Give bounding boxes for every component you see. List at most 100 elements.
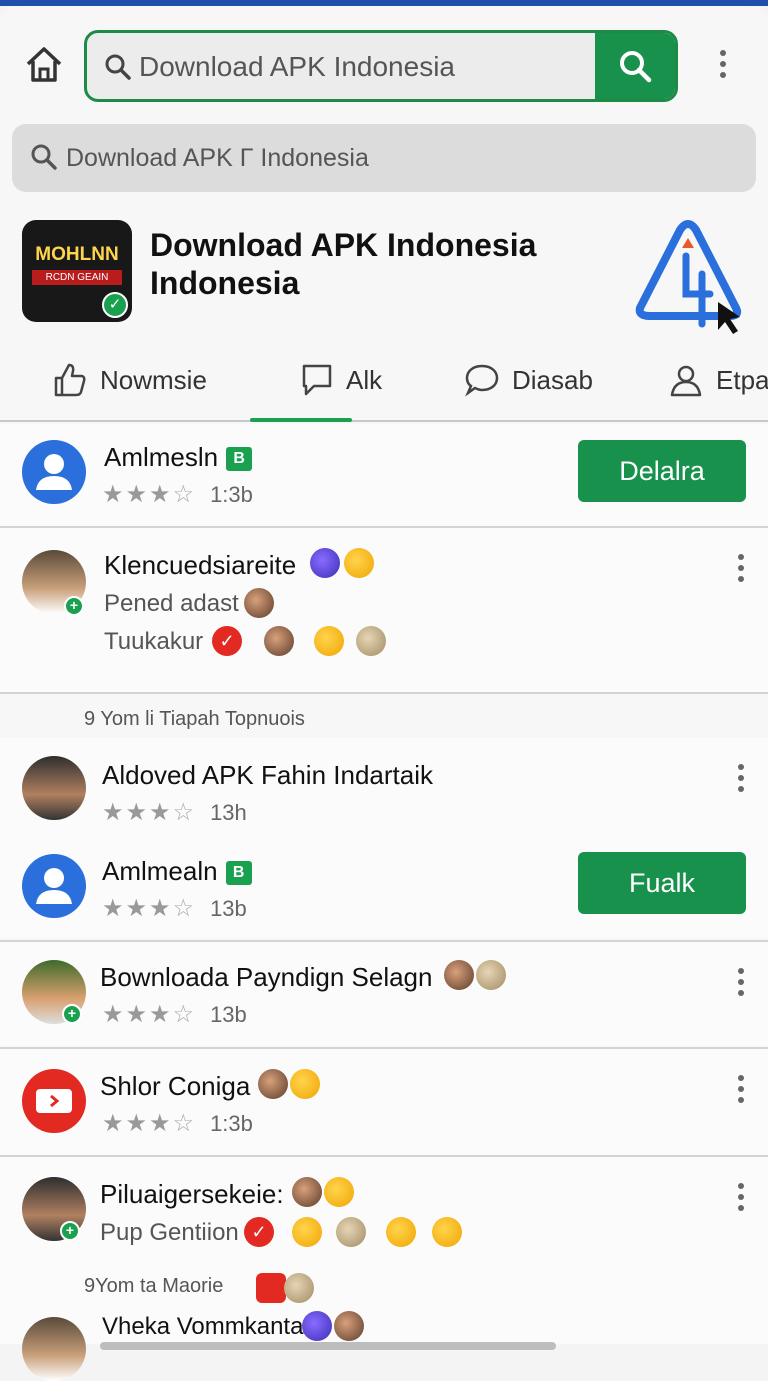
check-badge-icon: ✓ [244,1217,274,1247]
divider [0,692,768,694]
thumbs-up-icon [54,363,86,397]
horizontal-scrollbar[interactable] [100,1342,556,1350]
avatar [22,756,86,820]
rating-stars-icon: ★★★☆ [102,895,197,922]
tab-active-indicator [250,418,352,422]
chat-bubble-icon [465,364,499,397]
emoji-icon [324,1177,354,1207]
item-meta-text: 13b [210,895,247,921]
verified-check-icon: ✓ [102,292,128,318]
emoji-icon [334,1311,364,1341]
emoji-icon [314,626,344,656]
comment-icon [302,364,332,396]
search-icon [105,54,131,80]
list-item[interactable]: + Piluaigersekeie: Pup Gentiion ✓ 9Yom t… [0,1157,768,1381]
tab-divider [0,420,768,422]
item-name: Piluaigersekeie: [100,1179,284,1209]
emoji-icon [356,626,386,656]
item-meta: ★★★☆ 1:3b [102,480,253,509]
more-options-icon[interactable] [737,764,745,796]
app-title: Download APK Indonesia Indonesia [150,226,536,302]
download-button[interactable]: Delalra [578,440,746,502]
tab-etpa[interactable]: Etpa [668,360,768,400]
search-input[interactable]: Download APK Indonesia [139,51,455,83]
emoji-icon [310,548,340,578]
app-title-line1: Download APK Indonesia [150,227,537,263]
list-item[interactable]: Shlor Coniga ★★★☆ 1:3b [0,1049,768,1155]
tab-diasab[interactable]: Diasab [464,360,593,400]
search-button[interactable] [595,33,675,99]
emoji-icon [290,1069,320,1099]
tab-label: Nowmsie [100,364,207,395]
emoji-icon [258,1069,288,1099]
item-subtitle: Pened adast [104,590,239,617]
emoji-icon [386,1217,416,1247]
more-options-icon[interactable] [719,50,727,82]
rating-stars-icon: ★★★☆ [102,1110,197,1137]
badge-icon: B [225,861,252,886]
tab-label: Etpa [716,364,768,395]
check-badge-icon: ✓ [212,626,242,656]
tab-nowmsie[interactable]: Nowmsie [52,360,207,400]
item-name: Aldoved APK Fahin Indartaik [102,760,433,790]
item-meta: ★★★☆ 13h [102,798,247,827]
item-name: Amlmealn [102,856,218,886]
download-button[interactable]: Fualk [578,852,746,914]
app-icon-line2: RCDN GEAIN [32,270,122,285]
item-name: Klencuedsiareite [104,550,297,580]
add-friend-icon[interactable]: + [62,1004,82,1024]
person-icon [36,868,72,904]
search-icon [620,51,652,83]
section-header: 9 Yom li Tiapah Topnuois [84,708,305,730]
search-icon [31,144,57,170]
person-icon [36,454,72,490]
emoji-icon [432,1217,462,1247]
item-name: Bownloada Payndign Selagn [100,962,433,992]
home-icon[interactable] [22,42,66,86]
list-item[interactable]: + Bownloada Payndign Selagn ★★★☆ 13b [0,942,768,1046]
emoji-icon [344,548,374,578]
emoji-icon [476,960,506,990]
secondary-search-input[interactable]: Download APK Γ Indonesia [66,144,369,173]
avatar [22,1069,86,1133]
more-options-icon[interactable] [737,1075,745,1107]
emoji-icon [244,588,274,618]
emoji-icon [292,1217,322,1247]
secondary-search-bar[interactable]: Download APK Γ Indonesia [12,124,756,192]
more-options-icon[interactable] [737,968,745,1000]
list-item[interactable]: Aldoved APK Fahin Indartaik ★★★☆ 13h Aml… [0,738,768,938]
app-icon-line1: MOHLNN [35,244,119,265]
brand-logo-icon [635,220,742,334]
emoji-icon [264,626,294,656]
item-name: Amlmesln [104,442,219,472]
emoji-icon [292,1177,322,1207]
rating-stars-icon: ★★★☆ [102,481,197,508]
search-bar[interactable]: Download APK Indonesia [84,30,678,102]
emoji-icon [256,1273,286,1303]
avatar [22,1317,86,1381]
section-header: 9Yom ta Maorie [84,1275,224,1297]
tab-alk[interactable]: Alk [300,360,382,400]
item-meta-text: 1:3b [210,1110,253,1136]
tab-label: Diasab [512,364,593,395]
item-name: Vheka Vommkantal [102,1313,309,1340]
add-friend-icon[interactable]: + [64,596,84,616]
item-name: Shlor Coniga [100,1071,251,1101]
item-meta: ★★★☆ 13b [102,1000,247,1029]
app-icon[interactable]: MOHLNN RCDN GEAIN ✓ [22,220,132,322]
emoji-icon [444,960,474,990]
avatar [22,440,86,504]
item-subtitle: Pup Gentiion [100,1219,239,1246]
add-friend-icon[interactable]: + [60,1221,80,1241]
rating-stars-icon: ★★★☆ [102,799,197,826]
item-meta: ★★★☆ 1:3b [102,1109,253,1138]
more-options-icon[interactable] [737,1183,745,1215]
emoji-icon [336,1217,366,1247]
tab-label: Alk [346,364,383,395]
item-meta-text: 1:3b [210,481,253,507]
avatar [22,854,86,918]
app-title-line2: Indonesia [150,265,300,301]
more-options-icon[interactable] [737,554,745,586]
list-item[interactable]: + Klencuedsiareite Pened adast Tuukakur … [0,528,768,692]
list-item[interactable]: Amlmesln B ★★★☆ 1:3b Delalra [0,424,768,526]
